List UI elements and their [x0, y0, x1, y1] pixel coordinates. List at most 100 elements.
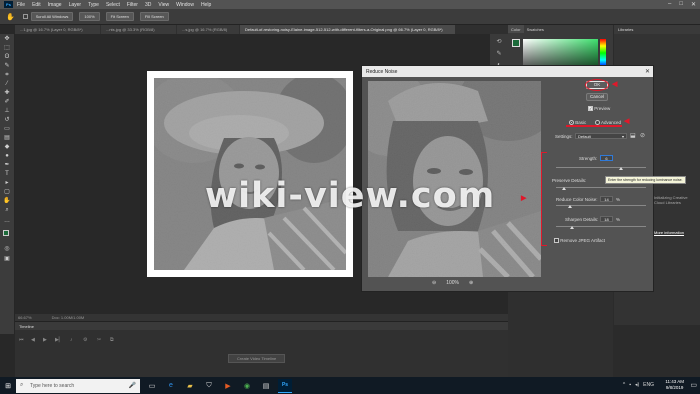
shape-tool-icon[interactable]: ▢ — [3, 189, 11, 196]
menu-select[interactable]: Select — [106, 2, 120, 8]
first-frame-icon[interactable]: ⏮ — [19, 337, 24, 343]
menu-filter[interactable]: Filter — [127, 2, 138, 8]
cancel-button[interactable]: Cancel — [586, 93, 608, 101]
eyedropper-tool-icon[interactable]: ⁄ — [3, 81, 11, 88]
settings-select[interactable]: Default ▾ — [575, 133, 627, 139]
screen-mode-icon[interactable]: ▣ — [3, 256, 11, 263]
volume-icon[interactable]: ◂) — [635, 382, 639, 388]
menu-help[interactable]: Help — [201, 2, 211, 8]
tray-chevron-icon[interactable]: ^ — [623, 382, 625, 388]
crop-tool-icon[interactable]: ⌗ — [3, 72, 11, 79]
next-frame-icon[interactable]: ▶▏ — [55, 337, 63, 343]
history-icon[interactable]: ⟲ — [495, 38, 503, 46]
pen-tool-icon[interactable]: ✒ — [3, 162, 11, 169]
notifications-icon[interactable]: ▭ — [690, 381, 697, 389]
quick-mask-icon[interactable]: ◎ — [3, 246, 11, 253]
menu-edit[interactable]: Edit — [32, 2, 41, 8]
file-explorer-icon[interactable]: ▰ — [183, 379, 197, 393]
hand-tool-icon[interactable]: ✋ — [6, 13, 15, 21]
brush-settings-icon[interactable]: ✎ — [495, 50, 503, 58]
windows-start-icon[interactable]: ⊞ — [0, 377, 16, 394]
dodge-tool-icon[interactable]: ● — [3, 153, 11, 160]
dialog-close-icon[interactable]: ✕ — [645, 68, 650, 75]
store-icon[interactable]: ⛉ — [202, 379, 216, 393]
move-tool-icon[interactable]: ✥ — [3, 36, 11, 43]
stamp-tool-icon[interactable]: ⊥ — [3, 108, 11, 115]
menu-layer[interactable]: Layer — [69, 2, 82, 8]
edge-icon[interactable]: e — [164, 379, 178, 393]
zoom-out-icon[interactable]: ⊖ — [432, 280, 436, 286]
audio-icon[interactable]: ♪ — [70, 337, 73, 343]
color-fg-swatch[interactable] — [512, 39, 520, 47]
tab-swatches[interactable]: Swatches — [524, 25, 547, 33]
tab-doc-active[interactable]: Default-of-restoring-noisy-Elaine-image-… — [240, 25, 455, 34]
document-image[interactable] — [147, 71, 353, 277]
more-tools-icon[interactable]: … — [3, 218, 11, 225]
preview-checkbox[interactable]: ✓ — [588, 106, 593, 112]
transition-icon[interactable]: ⧉ — [110, 337, 114, 343]
microphone-icon[interactable]: 🎤 — [129, 382, 136, 389]
photoshop-taskbar-icon[interactable]: Ps — [278, 378, 292, 393]
more-information-link[interactable]: More information — [654, 230, 684, 235]
strength-input[interactable]: 6 — [600, 155, 613, 161]
network-icon[interactable]: ▪ — [629, 382, 631, 388]
zoom-in-icon[interactable]: ⊕ — [469, 280, 473, 286]
eraser-tool-icon[interactable]: ▭ — [3, 126, 11, 133]
gradient-tool-icon[interactable]: ▤ — [3, 135, 11, 142]
blur-tool-icon[interactable]: ◆ — [3, 144, 11, 151]
media-player-icon[interactable]: ▶ — [221, 379, 235, 393]
settings-gear-icon[interactable]: ⚙ — [83, 337, 87, 343]
scroll-all-checkbox[interactable] — [22, 14, 28, 19]
healing-tool-icon[interactable]: ✚ — [3, 90, 11, 97]
quick-select-tool-icon[interactable]: ✎ — [3, 63, 11, 70]
zoom-level[interactable]: 66.67% — [18, 315, 32, 320]
menu-file[interactable]: File — [17, 2, 25, 8]
type-tool-icon[interactable]: T — [3, 171, 11, 178]
zoom-tool-icon[interactable]: ⌕ — [3, 207, 11, 214]
strength-slider-track[interactable] — [556, 167, 646, 168]
menu-type[interactable]: Type — [88, 2, 99, 8]
menu-3d[interactable]: 3D — [145, 2, 151, 8]
chrome-icon[interactable]: ◉ — [240, 379, 254, 393]
sharpen-input[interactable]: 18 — [600, 216, 613, 222]
prev-frame-icon[interactable]: ◀ — [31, 337, 35, 343]
create-video-timeline-button[interactable]: Create Video Timeline — [228, 354, 286, 363]
marquee-tool-icon[interactable]: ⬚ — [3, 45, 11, 52]
sharpen-slider-thumb[interactable] — [570, 226, 574, 229]
hand-tool-icon[interactable]: ✋ — [3, 198, 11, 205]
clock[interactable]: 11:43 AM 9/8/2019 — [665, 379, 684, 391]
preserve-slider-thumb[interactable] — [562, 187, 566, 190]
scroll-all-button[interactable]: Scroll All Windows — [30, 12, 74, 21]
fit-screen-button[interactable]: Fit Screen — [105, 12, 134, 21]
delete-settings-icon[interactable]: ⊘ — [640, 132, 645, 139]
menu-window[interactable]: Window — [176, 2, 194, 8]
tab-doc-2[interactable]: ...nts.jpg @ 33.3% (RGB/8) — [101, 25, 176, 34]
lasso-tool-icon[interactable]: ʘ — [3, 54, 11, 61]
task-view-icon[interactable]: ▭ — [145, 379, 159, 393]
foreground-color-swatch[interactable] — [3, 230, 9, 236]
maximize-icon[interactable]: □ — [679, 1, 683, 8]
menu-image[interactable]: Image — [48, 2, 62, 8]
menu-view[interactable]: View — [158, 2, 169, 8]
reduce-color-slider-thumb[interactable] — [568, 205, 572, 208]
preserve-slider-track[interactable] — [556, 187, 646, 188]
history-brush-icon[interactable]: ↺ — [3, 117, 11, 124]
close-icon[interactable]: ✕ — [691, 1, 696, 8]
tab-doc-3[interactable]: ...s.jpg @ 16.7% (RGB/8) — [177, 25, 239, 34]
zoom-100-button[interactable]: 100% — [79, 12, 100, 21]
strength-slider-thumb[interactable] — [619, 167, 623, 170]
path-select-icon[interactable]: ▸ — [3, 180, 11, 187]
taskbar-search[interactable]: ⌕ Type here to search 🎤 — [16, 378, 140, 393]
split-icon[interactable]: ✂ — [97, 337, 101, 343]
tab-doc-1[interactable]: ...1.jpg @ 16.7% (Layer 0, RGB/8*) — [15, 25, 100, 34]
minimize-icon[interactable]: – — [668, 1, 671, 8]
app-icon[interactable]: ▤ — [259, 379, 273, 393]
play-icon[interactable]: ▶ — [43, 337, 47, 343]
tab-color[interactable]: Color — [508, 25, 524, 33]
save-settings-icon[interactable]: ⬓ — [630, 132, 636, 139]
language-indicator[interactable]: ENG — [643, 382, 654, 388]
remove-jpeg-checkbox[interactable] — [554, 238, 559, 244]
brush-tool-icon[interactable]: ✐ — [3, 99, 11, 106]
reduce-color-input[interactable]: 14 — [600, 196, 613, 202]
fill-screen-button[interactable]: Fill Screen — [139, 12, 169, 21]
